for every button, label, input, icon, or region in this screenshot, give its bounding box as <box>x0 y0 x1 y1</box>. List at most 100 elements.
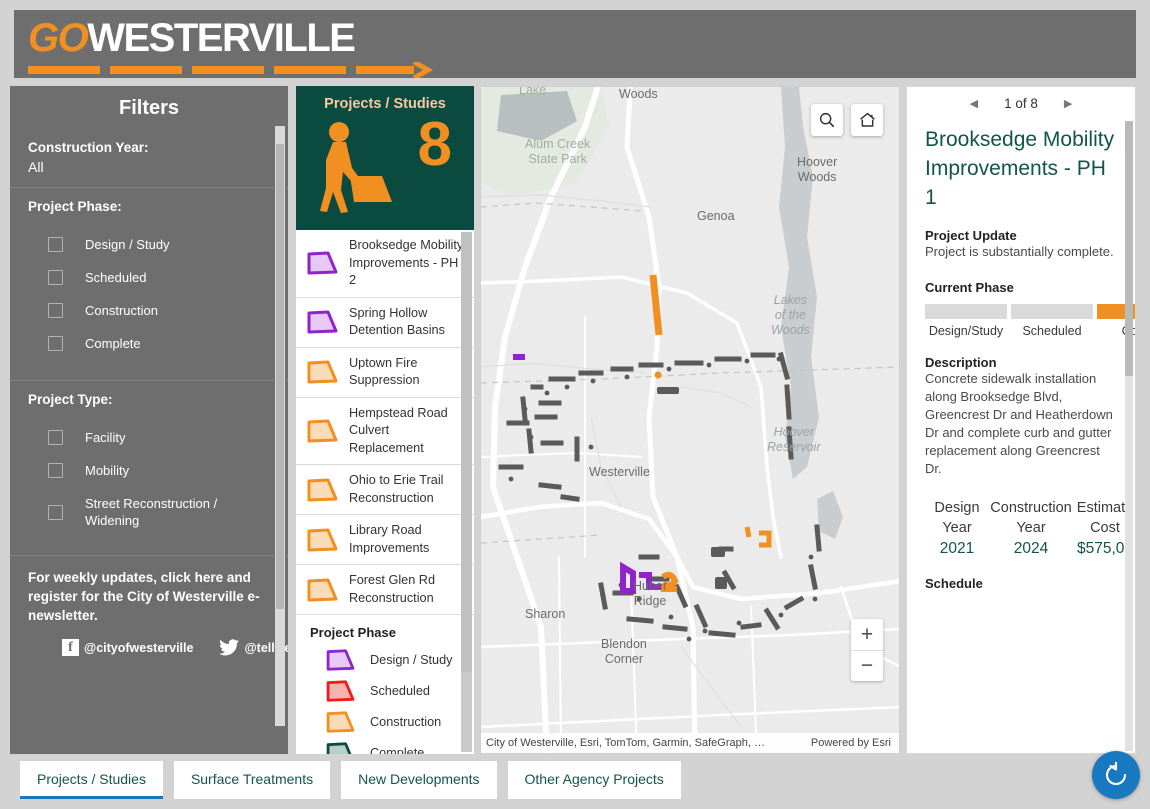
home-icon <box>859 112 875 127</box>
phase-polygon-icon <box>307 310 338 334</box>
checkbox-facility[interactable]: Facility <box>48 429 288 446</box>
pager-next-button[interactable]: ▶ <box>1064 97 1072 110</box>
logo-westerville-text: WESTERVILLE <box>87 16 356 60</box>
facebook-link[interactable]: f @cityofwesterville <box>62 639 193 656</box>
projects-list-title: Projects / Studies <box>324 96 446 112</box>
phase-bar-fill <box>1011 304 1093 319</box>
detail-scrollbar[interactable] <box>1125 121 1133 751</box>
logo-go-text: GO <box>28 16 89 60</box>
phase-polygon-icon <box>307 578 338 601</box>
pager-prev-button[interactable]: ◀ <box>970 97 978 110</box>
checkbox-complete[interactable]: Complete <box>48 335 288 352</box>
list-item[interactable]: Uptown Fire Suppression <box>296 348 474 398</box>
checkbox-label: Scheduled <box>85 270 147 285</box>
checkbox-mobility[interactable]: Mobility <box>48 462 288 479</box>
refresh-icon <box>1105 762 1127 786</box>
search-icon <box>819 112 835 128</box>
fact-value: 2024 <box>1013 540 1049 557</box>
filters-panel: Filters Construction Year: All Project P… <box>10 86 288 754</box>
bottom-tabs: Projects / Studies Surface Treatments New … <box>20 761 681 799</box>
reset-button[interactable] <box>1092 751 1140 799</box>
checkbox-street-reconstruction[interactable]: Street Reconstruction / Widening <box>48 495 288 529</box>
checkbox-label: Complete <box>85 336 141 351</box>
detail-title: Brooksedge Mobility Improvements - PH 1 <box>925 128 1115 209</box>
phase-polygon-icon <box>307 419 338 443</box>
project-phase-label: Project Phase: <box>28 199 122 214</box>
tab-projects-studies[interactable]: Projects / Studies <box>20 761 163 799</box>
fact-label-line1: Design <box>934 500 980 516</box>
checkbox-box[interactable] <box>48 504 63 520</box>
list-item[interactable]: Spring Hollow Detention Basins <box>296 298 474 348</box>
checkbox-box[interactable] <box>48 430 63 445</box>
projects-list: Brooksedge Mobility Improvements - PH 2 S… <box>296 230 474 615</box>
fact-label-line2: Year <box>942 520 972 536</box>
map-attribution: City of Westerville, Esri, TomTom, Garmi… <box>481 733 899 753</box>
project-type-label: Project Type: <box>28 392 113 407</box>
scrollbar-thumb[interactable] <box>1125 121 1133 376</box>
checkbox-design-study[interactable]: Design / Study <box>48 236 288 253</box>
phase-segment: Design/Study <box>925 304 1007 338</box>
list-item[interactable]: Forest Glen Rd Reconstruction <box>296 565 474 615</box>
filters-title: Filters <box>118 97 180 119</box>
newsletter-text[interactable]: For weekly updates, click here and regis… <box>10 555 288 625</box>
tab-other-agency-projects[interactable]: Other Agency Projects <box>507 761 681 799</box>
map-basemap <box>481 87 899 753</box>
checkbox-box[interactable] <box>48 237 63 252</box>
projects-count: 8 <box>417 110 452 179</box>
checkbox-scheduled[interactable]: Scheduled <box>48 269 288 286</box>
zoom-in-button[interactable]: + <box>851 619 883 650</box>
projects-list-scrollbar[interactable] <box>461 232 472 752</box>
legend-row[interactable]: Design / Study <box>310 648 474 672</box>
go-westerville-logo[interactable]: GOWESTERVILLE <box>20 12 460 78</box>
legend-row[interactable]: Scheduled <box>310 679 474 703</box>
detail-pager: ◀ 1 of 8 ▶ <box>907 87 1135 119</box>
description-text: Concrete sidewalk installation along Bro… <box>925 371 1113 476</box>
filters-scrollbar[interactable] <box>275 126 285 726</box>
phase-polygon-icon <box>307 528 338 551</box>
project-type-filter: Project Type: Facility Mobility Street R… <box>10 380 288 555</box>
legend-title: Project Phase <box>310 625 396 640</box>
projects-list-header: Projects / Studies 8 <box>296 86 474 230</box>
social-links: f @cityofwesterville @tellwe <box>10 625 288 656</box>
map-view[interactable]: Lake Woods Alum Creek State Park Hoover … <box>480 86 900 754</box>
legend-label: Construction <box>370 715 442 729</box>
tab-new-developments[interactable]: New Developments <box>341 761 497 799</box>
legend-row[interactable]: Complete <box>310 741 474 754</box>
project-phase-legend: Project Phase Design / Study Scheduled Con… <box>296 615 474 754</box>
fact-label-line1: Construction <box>990 500 1072 516</box>
scrollbar-thumb[interactable] <box>461 232 472 672</box>
legend-row[interactable]: Construction <box>310 710 474 734</box>
project-fact: Design Year 2021 <box>925 498 989 560</box>
construction-year-value[interactable]: All <box>28 159 288 175</box>
project-update-heading: Project Update <box>925 228 1017 243</box>
checkbox-box[interactable] <box>48 303 63 318</box>
legend-label: Design / Study <box>370 653 453 667</box>
list-item[interactable]: Hempstead Road Culvert Replacement <box>296 398 474 465</box>
checkbox-box[interactable] <box>48 270 63 285</box>
phase-polygon-icon <box>326 742 352 754</box>
map-home-button[interactable] <box>851 104 883 136</box>
phase-caption: Design/Study <box>928 324 1004 338</box>
phase-polygon-icon <box>326 680 355 702</box>
checkbox-label: Construction <box>85 303 158 318</box>
phase-polygon-icon <box>307 478 338 501</box>
tab-surface-treatments[interactable]: Surface Treatments <box>173 761 331 799</box>
zoom-out-button[interactable]: − <box>851 650 883 681</box>
checkbox-construction[interactable]: Construction <box>48 302 288 319</box>
map-attribution-sources[interactable]: City of Westerville, Esri, TomTom, Garmi… <box>481 737 765 749</box>
checkbox-label: Mobility <box>85 463 130 478</box>
checkbox-box[interactable] <box>48 336 63 351</box>
scrollbar-thumb[interactable] <box>276 144 284 609</box>
project-detail-panel: ◀ 1 of 8 ▶ Brooksedge Mobility Improveme… <box>906 86 1136 754</box>
construction-year-filter[interactable]: Construction Year: All <box>10 136 288 187</box>
checkbox-box[interactable] <box>48 463 63 478</box>
list-item[interactable]: Brooksedge Mobility Improvements - PH 2 <box>296 230 474 298</box>
project-fact: Construction Year 2024 <box>989 498 1073 560</box>
map-search-button[interactable] <box>811 104 843 136</box>
list-item[interactable]: Library Road Improvements <box>296 515 474 565</box>
description-heading: Description <box>925 355 997 370</box>
list-item[interactable]: Ohio to Erie Trail Reconstruction <box>296 465 474 515</box>
app-root: GOWESTERVILLE Filters Construction Year:… <box>0 0 1150 809</box>
projects-list-panel: Projects / Studies 8 Brooksedge Mobility… <box>296 86 474 754</box>
legend-label: Complete <box>370 746 425 754</box>
